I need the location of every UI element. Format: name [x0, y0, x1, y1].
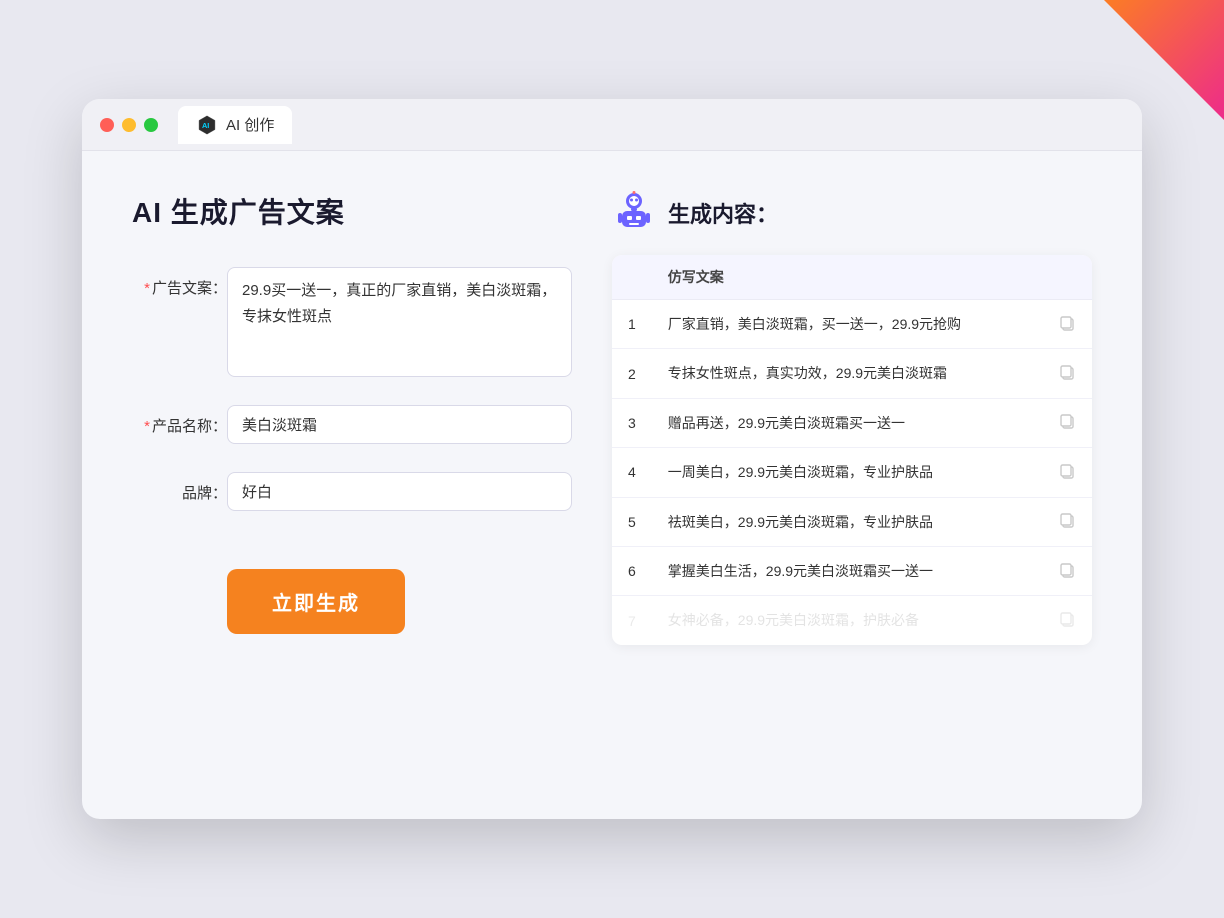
row-number: 3: [612, 398, 652, 447]
ad-copy-input[interactable]: [227, 267, 572, 377]
ad-copy-group: *广告文案：: [132, 267, 572, 377]
ad-copy-required: *: [144, 280, 150, 297]
minimize-button[interactable]: [122, 118, 136, 132]
copy-button[interactable]: [1042, 448, 1092, 497]
brand-label: 品牌：: [132, 472, 227, 503]
row-number: 2: [612, 349, 652, 398]
generate-button[interactable]: 立即生成: [227, 569, 405, 634]
copy-button[interactable]: [1042, 349, 1092, 398]
robot-icon: [612, 191, 656, 235]
row-text: 祛斑美白，29.9元美白淡斑霜，专业护肤品: [652, 497, 1042, 546]
brand-group: 品牌：: [132, 472, 572, 511]
tab-label: AI 创作: [226, 114, 274, 135]
copy-icon: [1058, 412, 1076, 430]
table-row: 6掌握美白生活，29.9元美白淡斑霜买一送一: [612, 546, 1092, 595]
maximize-button[interactable]: [144, 118, 158, 132]
right-panel: 生成内容： 仿写文案 1厂家直销，美白淡斑霜，买一送一，29.9元抢购 2专抹女…: [612, 191, 1092, 771]
left-panel: AI 生成广告文案 *广告文案： *产品名称： 品牌： 立: [132, 191, 572, 771]
table-row: 7女神必备，29.9元美白淡斑霜，护肤必备: [612, 596, 1092, 645]
product-name-label: *产品名称：: [132, 405, 227, 436]
copy-icon: [1058, 511, 1076, 529]
row-number: 5: [612, 497, 652, 546]
svg-text:AI: AI: [202, 121, 209, 130]
row-text: 厂家直销，美白淡斑霜，买一送一，29.9元抢购: [652, 300, 1042, 349]
row-text: 专抹女性斑点，真实功效，29.9元美白淡斑霜: [652, 349, 1042, 398]
ad-copy-label: *广告文案：: [132, 267, 227, 298]
table-row: 3赠品再送，29.9元美白淡斑霜买一送一: [612, 398, 1092, 447]
copy-button[interactable]: [1042, 300, 1092, 349]
row-number: 6: [612, 546, 652, 595]
copy-icon: [1058, 561, 1076, 579]
browser-window: AI AI 创作 AI 生成广告文案 *广告文案： *产品名称：: [82, 99, 1142, 819]
close-button[interactable]: [100, 118, 114, 132]
row-text: 赠品再送，29.9元美白淡斑霜买一送一: [652, 398, 1042, 447]
copy-icon: [1058, 314, 1076, 332]
col-num-header: [612, 255, 652, 300]
tab-ai-creation[interactable]: AI AI 创作: [178, 106, 292, 144]
row-number: 7: [612, 596, 652, 645]
table-row: 5祛斑美白，29.9元美白淡斑霜，专业护肤品: [612, 497, 1092, 546]
copy-icon: [1058, 363, 1076, 381]
copy-button[interactable]: [1042, 398, 1092, 447]
table-row: 1厂家直销，美白淡斑霜，买一送一，29.9元抢购: [612, 300, 1092, 349]
content-area: AI 生成广告文案 *广告文案： *产品名称： 品牌： 立: [82, 151, 1142, 811]
product-name-input[interactable]: [227, 405, 572, 444]
copy-icon: [1058, 462, 1076, 480]
result-table: 仿写文案 1厂家直销，美白淡斑霜，买一送一，29.9元抢购 2专抹女性斑点，真实…: [612, 255, 1092, 645]
copy-button[interactable]: [1042, 497, 1092, 546]
page-title: AI 生成广告文案: [132, 191, 572, 231]
table-row: 2专抹女性斑点，真实功效，29.9元美白淡斑霜: [612, 349, 1092, 398]
titlebar: AI AI 创作: [82, 99, 1142, 151]
row-text: 女神必备，29.9元美白淡斑霜，护肤必备: [652, 596, 1042, 645]
table-header-row: 仿写文案: [612, 255, 1092, 300]
copy-button[interactable]: [1042, 596, 1092, 645]
row-text: 一周美白，29.9元美白淡斑霜，专业护肤品: [652, 448, 1042, 497]
product-required: *: [144, 418, 150, 435]
traffic-lights: [100, 118, 158, 132]
result-title: 生成内容：: [668, 197, 778, 229]
row-number: 1: [612, 300, 652, 349]
copy-icon: [1058, 610, 1076, 628]
ai-tab-icon: AI: [196, 114, 218, 136]
row-text: 掌握美白生活，29.9元美白淡斑霜买一送一: [652, 546, 1042, 595]
result-header: 生成内容：: [612, 191, 1092, 235]
copy-button[interactable]: [1042, 546, 1092, 595]
col-action-header: [1042, 255, 1092, 300]
col-text-header: 仿写文案: [652, 255, 1042, 300]
table-row: 4一周美白，29.9元美白淡斑霜，专业护肤品: [612, 448, 1092, 497]
row-number: 4: [612, 448, 652, 497]
brand-input[interactable]: [227, 472, 572, 511]
product-name-group: *产品名称：: [132, 405, 572, 444]
